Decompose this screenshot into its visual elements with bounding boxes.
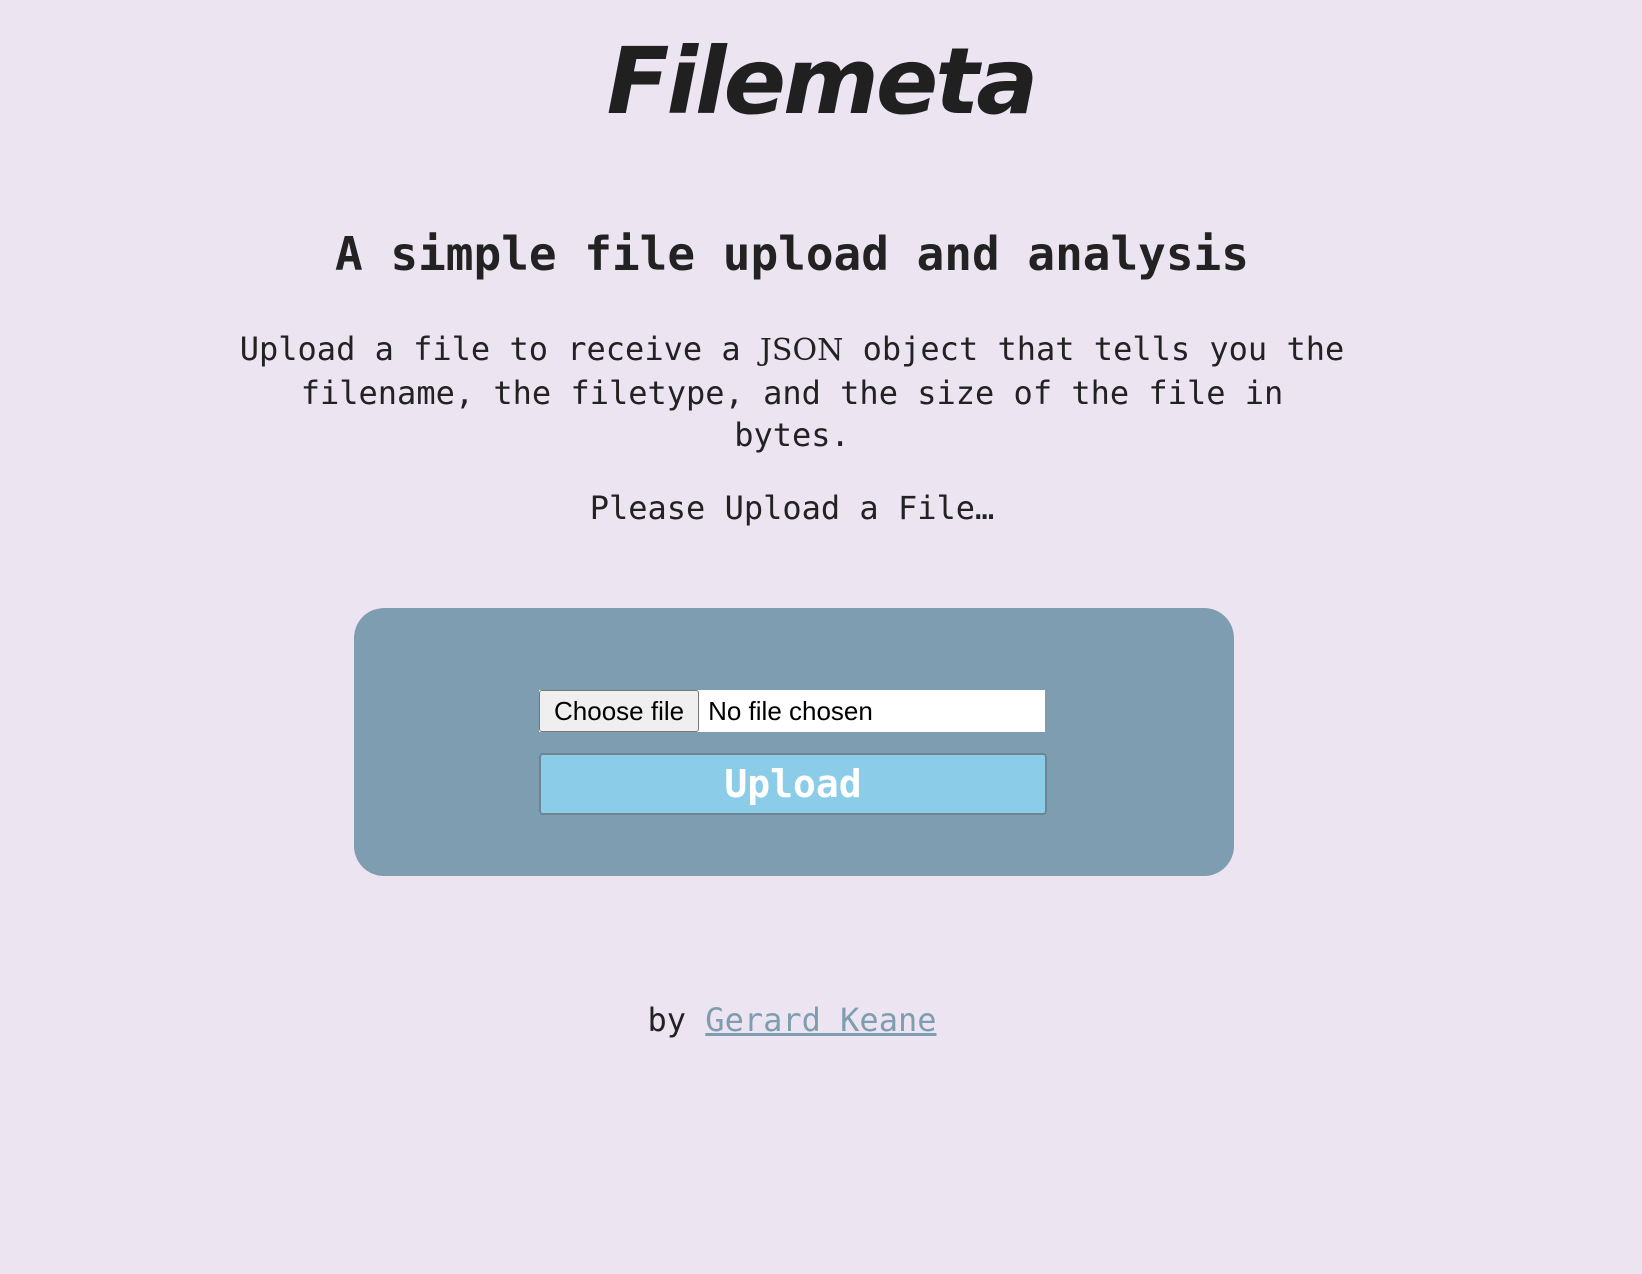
file-input[interactable]: Choose file No file chosen bbox=[539, 690, 1045, 732]
description-part-1: Upload a file to receive a bbox=[239, 330, 760, 368]
upload-prompt: Please Upload a File… bbox=[589, 489, 995, 527]
footer-credit: by Gerard Keane bbox=[0, 998, 1584, 1042]
page-headline: A simple file upload and analysis bbox=[335, 227, 1249, 281]
description-text: Upload a file to receive a JSON object t… bbox=[235, 328, 1349, 456]
json-code-text: JSON bbox=[759, 333, 844, 368]
upload-panel: Choose file No file chosen Upload bbox=[354, 608, 1234, 876]
logo: Filemeta bbox=[606, 28, 1039, 135]
choose-file-button[interactable]: Choose file bbox=[539, 690, 700, 732]
footer-by-text: by bbox=[647, 1001, 687, 1039]
upload-button[interactable]: Upload bbox=[539, 753, 1047, 815]
file-status-text: No file chosen bbox=[708, 695, 873, 726]
author-link[interactable]: Gerard Keane bbox=[705, 1001, 936, 1039]
